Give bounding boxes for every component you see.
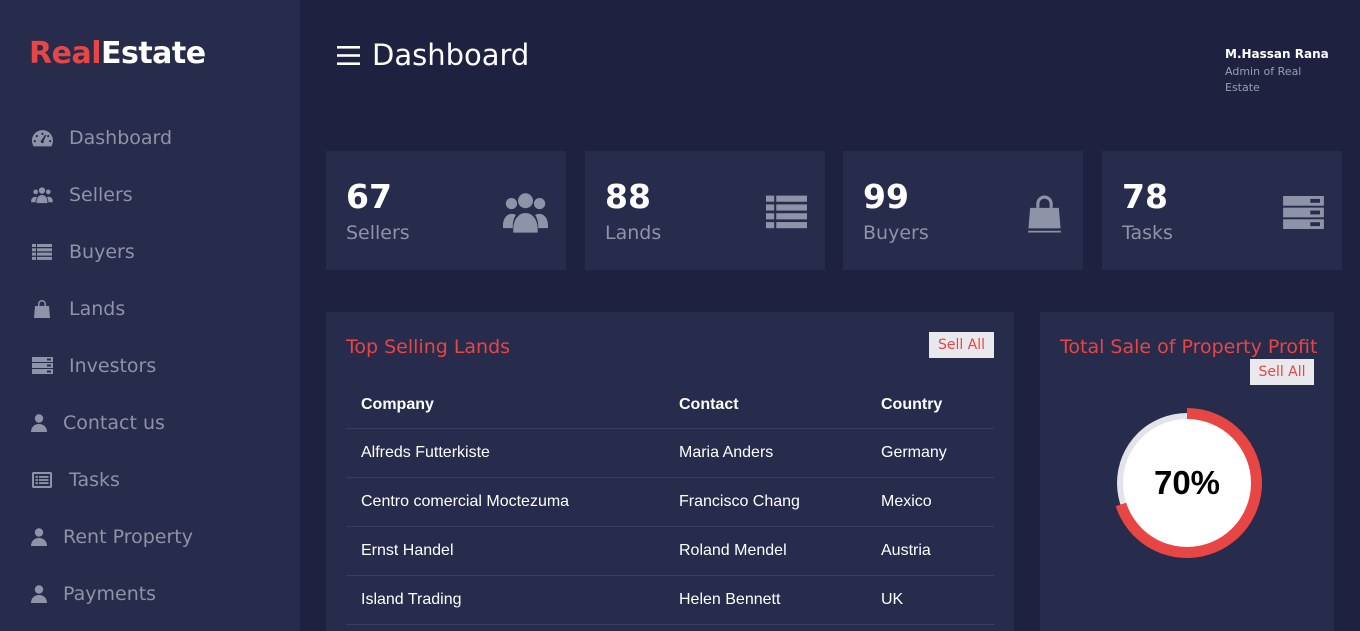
column-header[interactable]: Contact [664,382,866,429]
table-cell: Helen Bennett [664,575,866,625]
server-icon [1283,196,1324,233]
users-icon [31,184,53,206]
table-cell: Island Trading [346,575,664,625]
table-cell: Austria [866,526,994,576]
panel-title: Total Sale of Property Profit [1060,336,1318,358]
sidebar-item-lands[interactable]: Lands [0,280,300,337]
stat-label: Lands [605,222,662,244]
sidebar-item-label: Tasks [69,468,120,491]
sidebar-item-label: Lands [69,297,126,320]
sidebar-item-contact-us[interactable]: Contact us [0,394,300,451]
brand-part-2: Estate [100,36,206,71]
sidebar-item-label: Contact us [63,411,165,434]
sidebar-item-tasks[interactable]: Tasks [0,451,300,508]
stat-label: Tasks [1122,222,1173,244]
stat-value: 99 [863,177,909,216]
server-icon [31,355,53,377]
stat-value: 67 [346,177,392,216]
sidebar-item-sellers[interactable]: Sellers [0,166,300,223]
table-cell: Roland Mendel [664,526,866,576]
sidebar: RealEstate Dashboard Sellers Buyers Land… [0,0,300,631]
list-alt-icon [31,469,53,491]
list-icon [766,195,807,233]
sidebar-nav: Dashboard Sellers Buyers Lands Investors [0,109,300,622]
user-name[interactable]: M.Hassan Rana [1225,47,1329,61]
sidebar-item-label: Buyers [69,240,135,263]
stat-value: 78 [1122,177,1168,216]
table-cell: Centro comercial Moctezuma [346,477,664,527]
sidebar-item-buyers[interactable]: Buyers [0,223,300,280]
sidebar-item-label: Payments [63,582,157,605]
sell-all-button[interactable]: Sell All [929,332,994,358]
page-title: Dashboard [337,38,529,72]
profit-percent: 70% [1153,464,1221,501]
list-icon [31,241,53,263]
stat-card-lands[interactable]: 88 Lands [585,151,825,270]
table-row[interactable]: Centro comercial Moctezuma Francisco Cha… [346,477,994,527]
sidebar-item-label: Investors [69,354,157,377]
stat-value: 88 [605,177,651,216]
sidebar-item-label: Sellers [69,183,133,206]
user-icon [31,412,47,434]
panel-title: Top Selling Lands [346,336,511,358]
page-title-text: Dashboard [372,38,530,72]
hamburger-menu-icon[interactable] [337,45,360,66]
table-header-row: Company Contact Country [346,382,994,429]
sidebar-item-label: Dashboard [69,126,173,149]
table-row[interactable]: Ernst Handel Roland Mendel Austria [346,526,994,576]
table-cell: UK [866,575,994,625]
user-role: Admin of Real Estate [1225,65,1302,94]
table-cell: Germany [866,428,994,478]
sidebar-item-label: Rent Property [63,525,193,548]
sidebar-item-investors[interactable]: Investors [0,337,300,394]
stat-label: Buyers [863,222,929,244]
stat-label: Sellers [346,222,410,244]
shopping-bag-icon [1024,193,1065,239]
dashboard-icon [31,127,53,149]
user-icon [31,583,47,605]
column-header[interactable]: Company [346,382,664,429]
sidebar-item-rent-property[interactable]: Rent Property [0,508,300,565]
table-row[interactable]: Alfreds Futterkiste Maria Anders Germany [346,428,994,478]
shopping-bag-icon [31,298,53,320]
table-cell: Maria Anders [664,428,866,478]
table-cell: Mexico [866,477,994,527]
top-selling-table: Company Contact Country Alfreds Futterki… [346,382,994,625]
stat-card-sellers[interactable]: 67 Sellers [326,151,566,270]
table-cell: Francisco Chang [664,477,866,527]
user-icon [31,526,47,548]
users-icon [503,191,548,237]
top-selling-panel: Top Selling Lands Sell All Company Conta… [326,312,1014,631]
column-header[interactable]: Country [866,382,994,429]
table-cell: Alfreds Futterkiste [346,428,664,478]
brand-logo[interactable]: RealEstate [29,36,206,71]
profit-panel: Total Sale of Property Profit Sell All 7… [1040,312,1334,631]
table-row[interactable]: Island Trading Helen Bennett UK [346,575,994,625]
stat-card-buyers[interactable]: 99 Buyers [843,151,1083,270]
brand-part-1: Real [29,36,101,71]
sidebar-item-payments[interactable]: Payments [0,565,300,622]
sidebar-item-dashboard[interactable]: Dashboard [0,109,300,166]
table-cell: Ernst Handel [346,526,664,576]
sell-all-button[interactable]: Sell All [1250,359,1314,385]
stat-card-tasks[interactable]: 78 Tasks [1102,151,1342,270]
